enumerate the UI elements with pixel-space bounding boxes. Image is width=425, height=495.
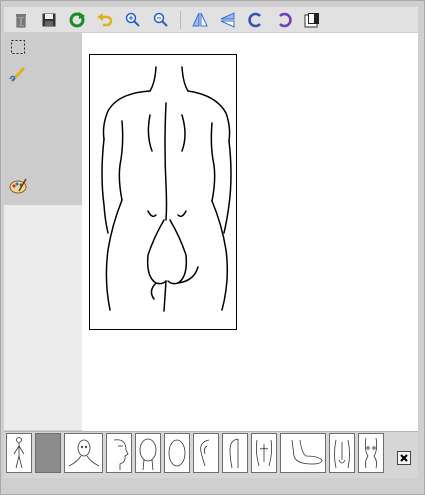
tool-panel	[4, 33, 82, 205]
standing-figure-thumb[interactable]	[6, 433, 32, 473]
toolbar-separator	[180, 10, 181, 29]
flip-horizontal-icon[interactable]	[217, 9, 239, 31]
drawing-canvas[interactable]	[82, 33, 418, 431]
rotate-left-icon[interactable]	[245, 9, 267, 31]
refresh-icon[interactable]	[66, 9, 88, 31]
female-torso-thumb[interactable]	[358, 433, 384, 473]
rectangle-select-icon[interactable]	[8, 37, 28, 57]
face-profile-thumb[interactable]	[106, 433, 132, 473]
head-back-thumb[interactable]	[135, 433, 161, 473]
back-torso-thumb[interactable]	[329, 433, 355, 473]
template-gallery	[4, 431, 418, 478]
clear-icon[interactable]	[10, 9, 32, 31]
rotate-right-icon[interactable]	[273, 9, 295, 31]
pencil-icon[interactable]	[8, 64, 28, 84]
blank-gray-thumb[interactable]	[35, 433, 61, 473]
color-fill-icon[interactable]	[301, 9, 323, 31]
flip-vertical-icon[interactable]	[189, 9, 211, 31]
foot-thumb[interactable]	[280, 433, 326, 473]
zoom-out-icon[interactable]	[150, 9, 172, 31]
palette-icon[interactable]	[8, 176, 28, 196]
status-bar	[4, 478, 418, 490]
save-icon[interactable]	[38, 9, 60, 31]
ear-thumb[interactable]	[193, 433, 219, 473]
torso-front-thumb[interactable]	[251, 433, 277, 473]
thumbnail-strip	[6, 433, 384, 473]
zoom-in-icon[interactable]	[122, 9, 144, 31]
toolbar	[4, 6, 418, 32]
ear-outline-thumb[interactable]	[222, 433, 248, 473]
face-oval-thumb[interactable]	[164, 433, 190, 473]
head-shoulders-thumb[interactable]	[64, 433, 103, 473]
undo-icon[interactable]	[94, 9, 116, 31]
tool-panel-empty	[4, 205, 82, 430]
body-back-figure[interactable]	[89, 54, 237, 330]
close-icon[interactable]	[397, 451, 411, 465]
